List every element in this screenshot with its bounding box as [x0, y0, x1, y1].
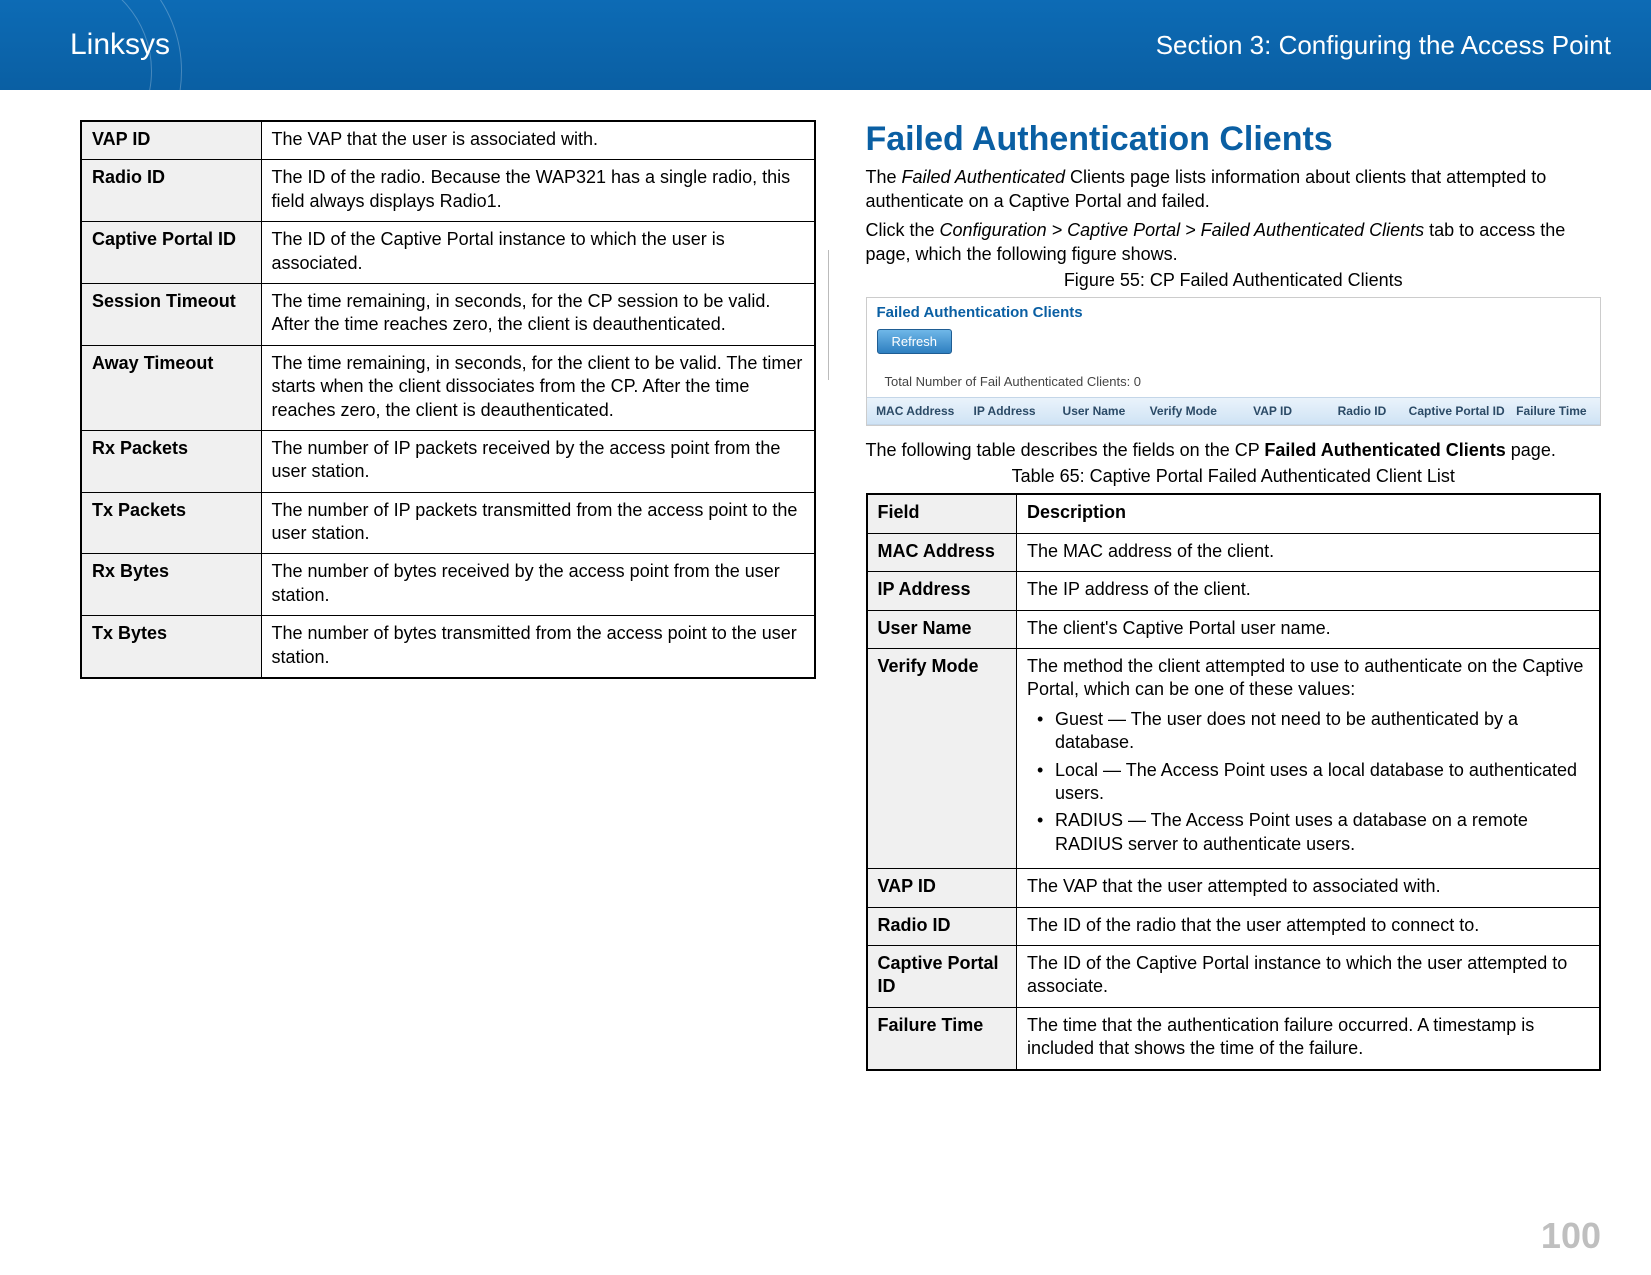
field-cell: Away Timeout [81, 345, 261, 430]
col-header: Verify Mode [1139, 404, 1228, 418]
table-row: User NameThe client's Captive Portal use… [867, 610, 1601, 648]
intro-paragraph: The Failed Authenticated Clients page li… [866, 165, 1602, 214]
field-cell: VAP ID [81, 121, 261, 160]
table-row: Away TimeoutThe time remaining, in secon… [81, 345, 815, 430]
field-cell: Rx Packets [81, 430, 261, 492]
desc-cell: The method the client attempted to use t… [1017, 649, 1601, 869]
text-italic: Configuration > Captive Portal > Failed … [940, 220, 1425, 240]
table-row: Radio IDThe ID of the radio that the use… [867, 907, 1601, 945]
table-row: Verify Mode The method the client attemp… [867, 649, 1601, 869]
figure-caption: Figure 55: CP Failed Authenticated Clien… [866, 270, 1602, 291]
field-cell: Rx Bytes [81, 554, 261, 616]
table-row: Rx BytesThe number of bytes received by … [81, 554, 815, 616]
text: The [866, 167, 902, 187]
col-header: VAP ID [1228, 404, 1317, 418]
table-row: Radio IDThe ID of the radio. Because the… [81, 160, 815, 222]
fail-count-label: Total Number of Fail Authenticated Clien… [867, 368, 1601, 397]
field-desc-table-left: VAP IDThe VAP that the user is associate… [80, 120, 816, 679]
field-cell: Radio ID [867, 907, 1017, 945]
desc-cell: The VAP that the user attempted to assoc… [1017, 869, 1601, 907]
column-divider [828, 250, 829, 380]
table-row: Tx BytesThe number of bytes transmitted … [81, 616, 815, 678]
col-header: Failure Time [1507, 404, 1596, 418]
desc-cell: The number of bytes received by the acce… [261, 554, 815, 616]
field-cell: Captive Portal ID [867, 945, 1017, 1007]
field-cell: Tx Bytes [81, 616, 261, 678]
verify-mode-list: Guest — The user does not need to be aut… [1027, 708, 1589, 856]
text: The method the client attempted to use t… [1027, 656, 1583, 699]
desc-cell: The ID of the Captive Portal instance to… [1017, 945, 1601, 1007]
screenshot-header-row: MAC Address IP Address User Name Verify … [867, 397, 1601, 425]
screenshot-title: Failed Authentication Clients [867, 298, 1601, 323]
table-row: Rx PacketsThe number of IP packets recei… [81, 430, 815, 492]
table-row: Session TimeoutThe time remaining, in se… [81, 283, 815, 345]
page-header: Linksys Section 3: Configuring the Acces… [0, 0, 1651, 90]
refresh-button[interactable]: Refresh [877, 329, 953, 354]
brand-label: Linksys [70, 28, 170, 62]
field-cell: Verify Mode [867, 649, 1017, 869]
desc-cell: The number of IP packets transmitted fro… [261, 492, 815, 554]
failed-clients-table: Field Description MAC AddressThe MAC add… [866, 493, 1602, 1070]
field-cell: User Name [867, 610, 1017, 648]
desc-cell: The number of bytes transmitted from the… [261, 616, 815, 678]
list-item: Guest — The user does not need to be aut… [1027, 708, 1589, 755]
desc-cell: The number of IP packets received by the… [261, 430, 815, 492]
list-item: RADIUS — The Access Point uses a databas… [1027, 809, 1589, 856]
page-number: 100 [1541, 1215, 1601, 1257]
text: Click the [866, 220, 940, 240]
field-cell: VAP ID [867, 869, 1017, 907]
text: The following table describes the fields… [866, 440, 1265, 460]
desc-cell: The ID of the radio that the user attemp… [1017, 907, 1601, 945]
section-heading: Failed Authentication Clients [866, 120, 1602, 159]
desc-cell: The ID of the Captive Portal instance to… [261, 222, 815, 284]
text-italic: Failed Authenticated [902, 167, 1065, 187]
table-caption: Table 65: Captive Portal Failed Authenti… [866, 466, 1602, 487]
field-cell: Failure Time [867, 1007, 1017, 1069]
table-row: VAP IDThe VAP that the user attempted to… [867, 869, 1601, 907]
embedded-screenshot: Failed Authentication Clients Refresh To… [866, 297, 1602, 426]
text-bold: Failed Authenticated Clients [1264, 440, 1505, 460]
desc-cell: The VAP that the user is associated with… [261, 121, 815, 160]
field-cell: MAC Address [867, 533, 1017, 571]
list-item: Local — The Access Point uses a local da… [1027, 759, 1589, 806]
table-row: MAC AddressThe MAC address of the client… [867, 533, 1601, 571]
col-header: MAC Address [871, 404, 960, 418]
nav-paragraph: Click the Configuration > Captive Portal… [866, 218, 1602, 267]
col-header: Radio ID [1317, 404, 1406, 418]
desc-cell: The IP address of the client. [1017, 572, 1601, 610]
col-header: User Name [1049, 404, 1138, 418]
left-column: VAP IDThe VAP that the user is associate… [80, 120, 816, 1071]
desc-cell: The ID of the radio. Because the WAP321 … [261, 160, 815, 222]
field-cell: IP Address [867, 572, 1017, 610]
page-body: VAP IDThe VAP that the user is associate… [0, 90, 1651, 1071]
table-intro: The following table describes the fields… [866, 438, 1602, 462]
desc-cell: The MAC address of the client. [1017, 533, 1601, 571]
field-cell: Session Timeout [81, 283, 261, 345]
col-header: IP Address [960, 404, 1049, 418]
header-cell: Field [867, 494, 1017, 533]
table-row: Captive Portal IDThe ID of the Captive P… [81, 222, 815, 284]
section-title: Section 3: Configuring the Access Point [1156, 30, 1611, 61]
table-row: IP AddressThe IP address of the client. [867, 572, 1601, 610]
table-row: VAP IDThe VAP that the user is associate… [81, 121, 815, 160]
header-cell: Description [1017, 494, 1601, 533]
table-row: Failure TimeThe time that the authentica… [867, 1007, 1601, 1069]
right-column: Failed Authentication Clients The Failed… [866, 120, 1602, 1071]
desc-cell: The client's Captive Portal user name. [1017, 610, 1601, 648]
table-row: Tx PacketsThe number of IP packets trans… [81, 492, 815, 554]
table-header-row: Field Description [867, 494, 1601, 533]
desc-cell: The time remaining, in seconds, for the … [261, 283, 815, 345]
text: page. [1506, 440, 1556, 460]
col-header: Captive Portal ID [1407, 404, 1507, 418]
desc-cell: The time that the authentication failure… [1017, 1007, 1601, 1069]
field-cell: Tx Packets [81, 492, 261, 554]
desc-cell: The time remaining, in seconds, for the … [261, 345, 815, 430]
field-cell: Radio ID [81, 160, 261, 222]
table-row: Captive Portal IDThe ID of the Captive P… [867, 945, 1601, 1007]
field-cell: Captive Portal ID [81, 222, 261, 284]
